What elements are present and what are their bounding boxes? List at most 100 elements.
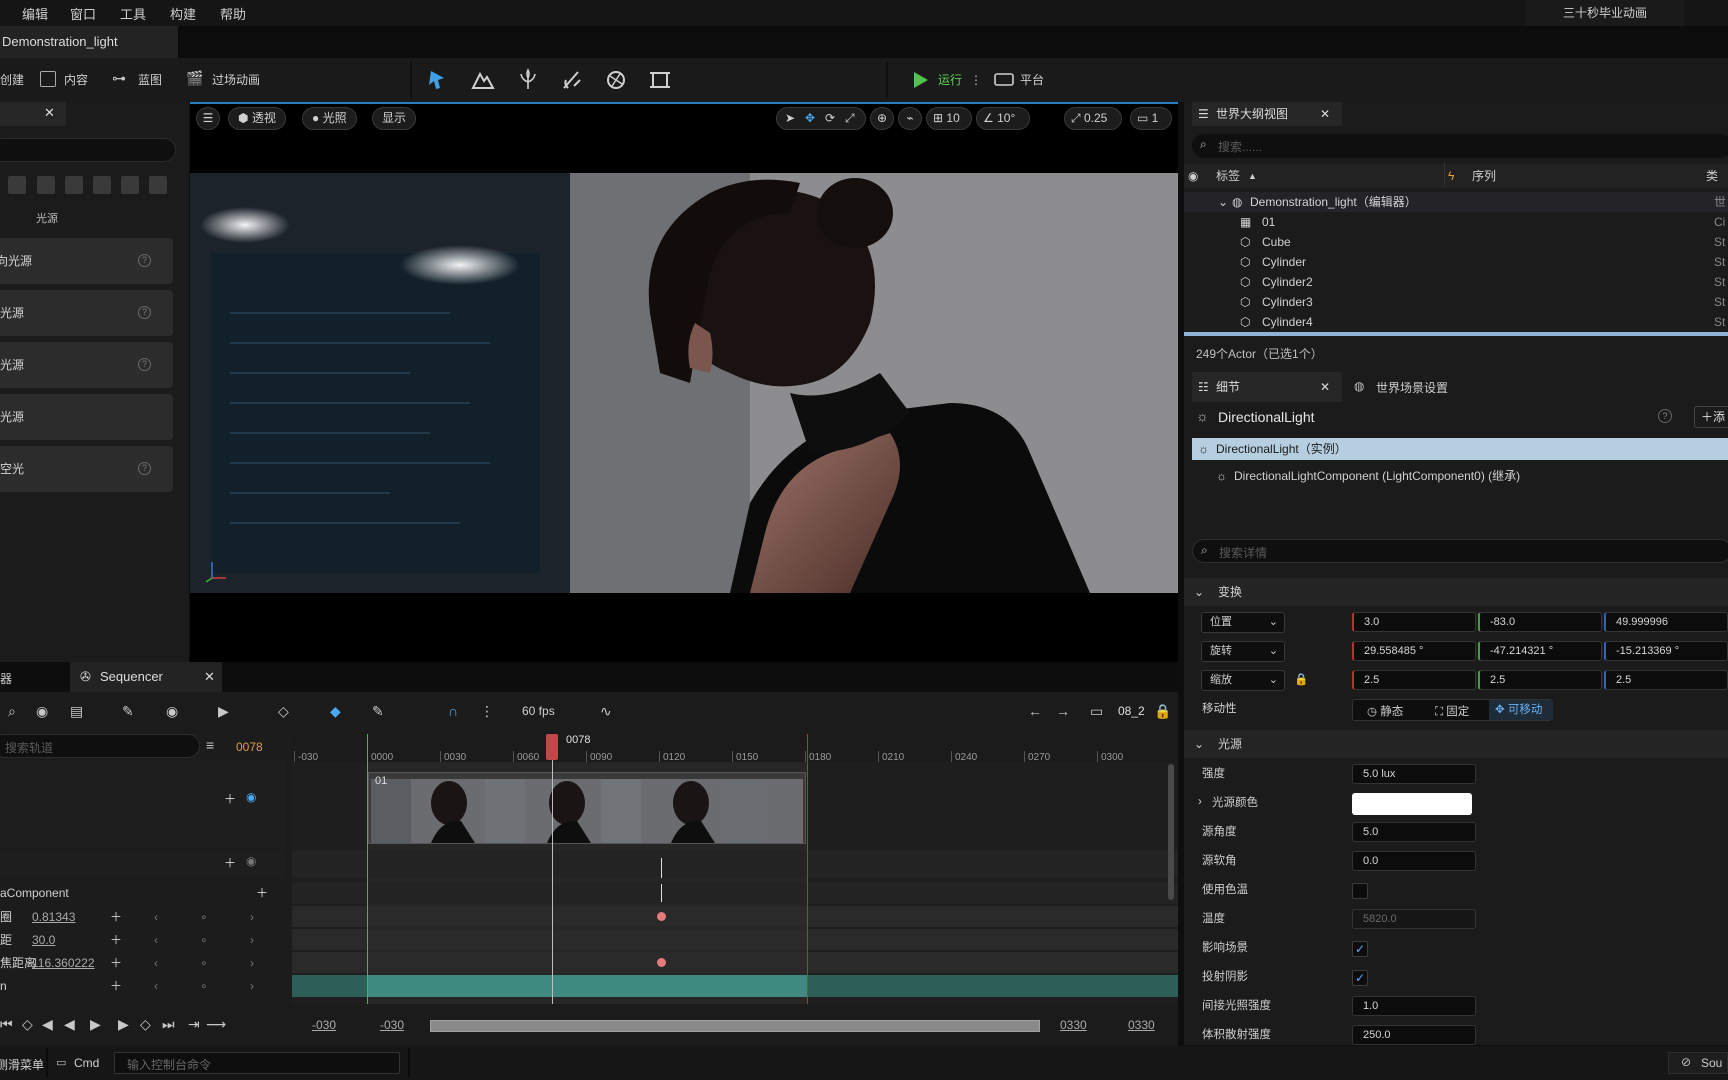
chevron-down-icon[interactable]: ⌄: [1218, 192, 1228, 212]
details-tab[interactable]: ☷ 细节 ✕: [1192, 372, 1342, 402]
close-icon[interactable]: ✕: [204, 662, 215, 692]
playhead-handle[interactable]: [546, 734, 558, 760]
folder-icon[interactable]: ▭: [1090, 703, 1103, 720]
menu-build[interactable]: 构建: [170, 4, 196, 23]
outliner-row[interactable]: ⬡ Cylinder4 St: [1184, 312, 1728, 332]
run-options-icon[interactable]: ⋮: [970, 70, 982, 90]
outliner-search-input[interactable]: ⌕ 搜索......: [1192, 134, 1728, 158]
property-track-row[interactable]: 焦距离 116.360222 ＋ ‹ ∘ ›: [0, 952, 292, 975]
outliner-row[interactable]: ⬡ Cylinder St: [1184, 252, 1728, 272]
jump-end-icon[interactable]: ⏭: [162, 1016, 175, 1033]
grid-snap-button[interactable]: ⊞ 10: [926, 107, 972, 130]
render-movie-icon[interactable]: ▤: [70, 703, 83, 720]
content-drawer-button[interactable]: 内容侧滑菜单: [0, 1056, 44, 1073]
camera-speed-button[interactable]: ▭ 1: [1130, 107, 1172, 130]
end-marker[interactable]: [807, 734, 808, 1004]
outliner-row[interactable]: ▦ 01 Ci: [1184, 212, 1728, 232]
level-tab[interactable]: Demonstration_light: [0, 26, 178, 58]
outliner-row[interactable]: ⬡ Cube St: [1184, 232, 1728, 252]
chevron-right-icon[interactable]: ›: [1198, 796, 1202, 808]
loop-icon[interactable]: ⇥: [188, 1016, 200, 1033]
eye-icon[interactable]: ◉: [1188, 164, 1198, 188]
world-settings-tab[interactable]: 世界场景设置: [1376, 379, 1448, 396]
surface-snap-icon[interactable]: ⌁: [898, 107, 922, 130]
camera-icon[interactable]: ◉: [36, 703, 48, 720]
source-angle-input[interactable]: 5.0: [1352, 822, 1476, 842]
playback-options-icon[interactable]: ▶: [218, 703, 229, 720]
help-icon[interactable]: ?: [138, 462, 151, 475]
eye-icon[interactable]: ◉: [166, 703, 178, 720]
translate-tool-icon[interactable]: ✥: [805, 108, 815, 129]
search-icon[interactable]: ⌕: [8, 703, 16, 720]
property-track-row[interactable]: 距 30.0 ＋ ‹ ∘ ›: [0, 929, 292, 952]
help-icon[interactable]: ?: [138, 306, 151, 319]
key-dot-icon[interactable]: ∘: [200, 975, 208, 998]
camera-track-lane[interactable]: [292, 850, 1178, 878]
blueprint-button[interactable]: 蓝图: [138, 70, 162, 90]
scale-tool-icon[interactable]: ⤢: [845, 108, 855, 129]
location-y-input[interactable]: -83.0: [1478, 612, 1602, 632]
add-track-icon[interactable]: ＋: [256, 882, 268, 905]
mobility-movable-button[interactable]: ✥ 可移动: [1489, 700, 1553, 720]
cast-shadows-checkbox[interactable]: ✓: [1352, 970, 1368, 986]
place-actors-search[interactable]: [0, 138, 176, 162]
sequencer-tab[interactable]: ✇ Sequencer ✕: [70, 662, 222, 692]
content-button[interactable]: 内容: [64, 70, 88, 90]
filter-icon[interactable]: ≡: [206, 737, 214, 753]
volumes-icon[interactable]: [121, 176, 139, 194]
working-range-end[interactable]: 0330: [1060, 1018, 1087, 1032]
camera-track-icon[interactable]: ◉: [246, 790, 256, 804]
close-icon[interactable]: ✕: [44, 105, 55, 121]
prev-key-icon[interactable]: ‹: [154, 975, 158, 998]
outliner-tab[interactable]: ☰ 世界大纲视图 ✕: [1192, 102, 1342, 126]
nav-back-icon[interactable]: ←: [1028, 703, 1042, 719]
next-key-icon[interactable]: ›: [250, 929, 254, 952]
reverse-play-icon[interactable]: ◀: [64, 1016, 75, 1033]
rotation-y-input[interactable]: -47.214321 °: [1478, 641, 1602, 661]
current-frame[interactable]: 0078: [236, 740, 263, 754]
place-actors-tab[interactable]: ✕: [0, 102, 66, 126]
help-icon[interactable]: ?: [1658, 409, 1672, 423]
property-track-lane[interactable]: [292, 906, 1178, 927]
transform-section[interactable]: ⌄ 变换: [1184, 578, 1728, 606]
add-key-icon[interactable]: ＋: [110, 929, 122, 952]
platform-button[interactable]: 平台: [1020, 70, 1044, 90]
source-control-button[interactable]: ⊘ Sou: [1668, 1052, 1728, 1074]
start-marker[interactable]: [367, 734, 368, 1004]
select-mode-icon[interactable]: [426, 68, 450, 92]
loop-mode-icon[interactable]: ⟶: [206, 1016, 226, 1033]
nav-forward-icon[interactable]: →: [1056, 703, 1070, 719]
outliner-row[interactable]: ⬡ Cylinder2 St: [1184, 272, 1728, 292]
curve-editor-icon[interactable]: ∿: [600, 703, 612, 720]
lighting-mode-button[interactable]: ● 光照: [302, 107, 357, 130]
edit-icon[interactable]: ✎: [372, 703, 384, 720]
step-forward-icon[interactable]: ▶: [118, 1016, 129, 1033]
world-space-icon[interactable]: ⊕: [870, 107, 894, 130]
col-label[interactable]: 标签: [1216, 164, 1240, 188]
auto-key-icon[interactable]: ◆: [330, 703, 341, 720]
basic-category-icon[interactable]: [8, 176, 26, 194]
level-viewport[interactable]: ☰ ⬢ 透视 ● 光照 显示 ➤ ✥ ⟳ ⤢ ⊕ ⌁ ⊞ 10 ∠ 10° ⤢ …: [190, 102, 1178, 662]
menu-tools[interactable]: 工具: [120, 4, 146, 23]
play-icon[interactable]: ▶: [90, 1016, 101, 1033]
lock-icon[interactable]: 🔒: [1154, 703, 1171, 720]
foliage-mode-icon[interactable]: [516, 68, 540, 92]
show-button[interactable]: 显示: [372, 107, 417, 130]
component-row[interactable]: ☼ DirectionalLightComponent (LightCompon…: [1216, 465, 1728, 487]
scale-y-input[interactable]: 2.5: [1478, 670, 1602, 690]
lock-icon[interactable]: 🔒: [1294, 672, 1308, 686]
location-dropdown[interactable]: 位置 ⌄: [1201, 612, 1285, 633]
outliner-row[interactable]: ⌄ ◍ Demonstration_light（编辑器） 世: [1184, 192, 1728, 212]
property-track-row[interactable]: 圈 0.81343 ＋ ‹ ∘ ›: [0, 906, 292, 929]
cmd-selector[interactable]: Cmd: [74, 1056, 99, 1070]
scale-snap-button[interactable]: ⤢ 0.25: [1064, 107, 1122, 130]
fracture-mode-icon[interactable]: [604, 68, 628, 92]
working-range-start[interactable]: -030: [380, 1018, 404, 1032]
property-track-row[interactable]: n ＋ ‹ ∘ ›: [0, 975, 292, 998]
select-tool-icon[interactable]: ➤: [785, 108, 795, 129]
component-track-row[interactable]: aComponent ＋: [0, 882, 292, 905]
all-classes-icon[interactable]: [149, 176, 167, 194]
perspective-button[interactable]: ⬢ 透视: [228, 107, 286, 130]
landscape-mode-icon[interactable]: [471, 68, 495, 92]
mobility-static-button[interactable]: ◷ 静态: [1367, 703, 1403, 719]
